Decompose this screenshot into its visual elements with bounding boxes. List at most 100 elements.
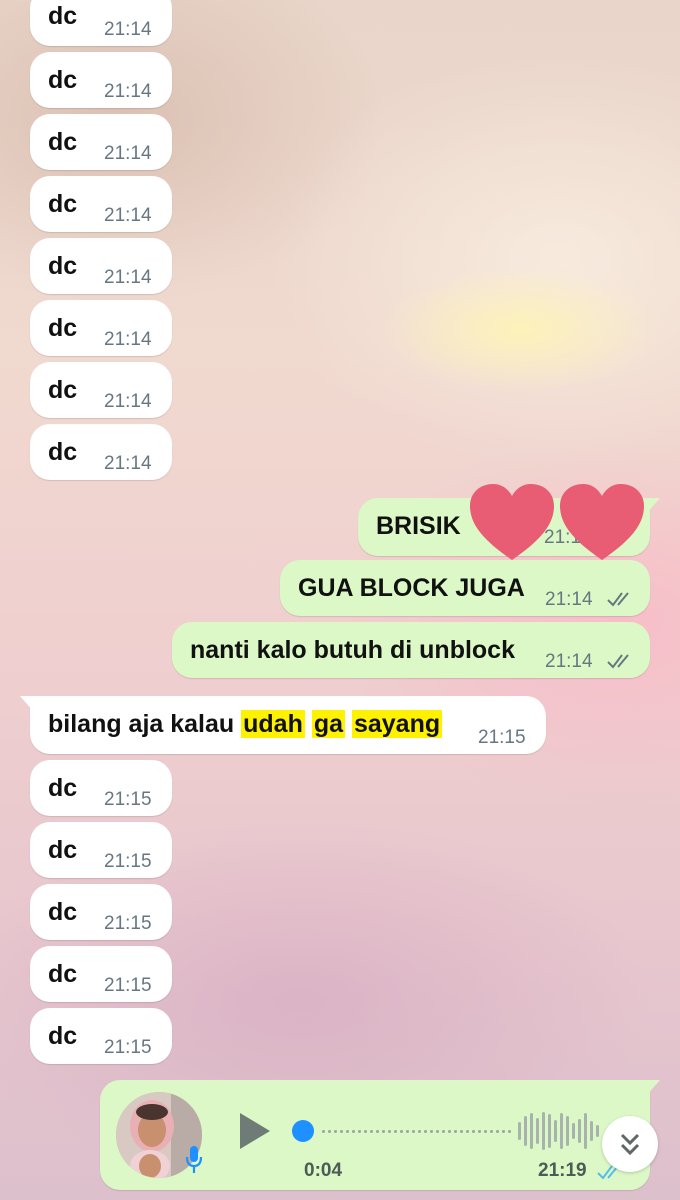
- message-text: dc: [48, 836, 78, 864]
- message-bubble-incoming[interactable]: dc 21:14: [30, 52, 172, 108]
- waveform-dot: [382, 1130, 385, 1133]
- waveform-dot: [448, 1130, 451, 1133]
- waveform-dot: [358, 1130, 361, 1133]
- waveform-dot: [490, 1130, 493, 1133]
- message-text: dc: [48, 1022, 78, 1050]
- waveform-bar: [596, 1125, 599, 1137]
- heart-icon: [470, 484, 554, 560]
- waveform-dot: [466, 1130, 469, 1133]
- waveform-dot: [484, 1130, 487, 1133]
- seek-handle[interactable]: [292, 1120, 314, 1142]
- voice-duration: 0:04: [304, 1160, 343, 1181]
- message-time: 21:15: [104, 1037, 152, 1058]
- message-time: 21:14: [104, 143, 152, 164]
- waveform-bar: [530, 1113, 533, 1149]
- waveform-dot: [370, 1130, 373, 1133]
- read-receipt-icon: [607, 592, 629, 607]
- message-time: 21:14: [104, 267, 152, 288]
- waveform-bar: [590, 1121, 593, 1141]
- waveform-bar: [536, 1118, 539, 1144]
- message-bubble-outgoing[interactable]: GUA BLOCK JUGA 21:14: [280, 560, 650, 616]
- double-chevron-down-icon: [620, 1133, 640, 1156]
- message-time: 21:14: [545, 589, 593, 610]
- waveform-dot: [460, 1130, 463, 1133]
- message-text: dc: [48, 66, 78, 94]
- message-bubble-incoming[interactable]: dc 21:15: [30, 760, 172, 816]
- waveform-dot: [352, 1130, 355, 1133]
- message-text: bilang aja kalau udah ga sayang: [48, 710, 443, 738]
- message-bubble-outgoing[interactable]: nanti kalo butuh di unblock 21:14: [172, 622, 650, 678]
- message-text: dc: [48, 190, 78, 218]
- waveform-bar: [554, 1120, 557, 1142]
- message-text: dc: [48, 774, 78, 802]
- waveform-dot: [430, 1130, 433, 1133]
- play-icon[interactable]: [234, 1111, 274, 1151]
- voice-note-bubble[interactable]: 0:04 21:19: [100, 1080, 660, 1190]
- message-bubble-incoming[interactable]: bilang aja kalau udah ga sayang 21:15: [20, 696, 546, 754]
- waveform-bar: [584, 1113, 587, 1149]
- waveform-dot: [496, 1130, 499, 1133]
- message-time: 21:15: [104, 789, 152, 810]
- waveform-dot: [340, 1130, 343, 1133]
- message-bubble-incoming[interactable]: dc 21:14: [30, 362, 172, 418]
- waveform[interactable]: [314, 1110, 614, 1152]
- message-bubble-incoming[interactable]: dc 21:15: [30, 946, 172, 1002]
- waveform-dot: [346, 1130, 349, 1133]
- message-text: dc: [48, 376, 78, 404]
- waveform-dot: [376, 1130, 379, 1133]
- waveform-bar: [542, 1112, 545, 1150]
- waveform-dot: [442, 1130, 445, 1133]
- waveform-dot: [406, 1130, 409, 1133]
- message-time: 21:14: [104, 453, 152, 474]
- message-time: 21:14: [545, 651, 593, 672]
- waveform-dot: [394, 1130, 397, 1133]
- waveform-bar: [518, 1122, 521, 1140]
- message-bubble-incoming[interactable]: dc 21:14: [30, 114, 172, 170]
- message-bubble-incoming[interactable]: dc 21:14: [30, 176, 172, 232]
- highlighted-word: sayang: [351, 710, 443, 738]
- waveform-dot: [418, 1130, 421, 1133]
- message-bubble-incoming[interactable]: dc 21:15: [30, 822, 172, 878]
- waveform-dot: [478, 1130, 481, 1133]
- message-time: 21:14: [104, 205, 152, 226]
- waveform-dot: [328, 1130, 331, 1133]
- message-text: BRISIK: [376, 512, 461, 540]
- message-text: dc: [48, 128, 78, 156]
- waveform-bar: [566, 1116, 569, 1146]
- message-time: 21:15: [478, 727, 526, 748]
- message-text: dc: [48, 438, 78, 466]
- highlighted-word: ga: [311, 710, 345, 738]
- message-text: dc: [48, 898, 78, 926]
- message-text: dc: [48, 960, 78, 988]
- message-time: 21:15: [104, 851, 152, 872]
- waveform-bar: [572, 1123, 575, 1139]
- waveform-dot: [454, 1130, 457, 1133]
- message-text: dc: [48, 252, 78, 280]
- waveform-bar: [548, 1114, 551, 1148]
- message-bubble-incoming[interactable]: dc 21:15: [30, 884, 172, 940]
- bubble-tail: [20, 696, 42, 712]
- message-text: GUA BLOCK JUGA: [298, 574, 525, 602]
- message-text: dc: [48, 2, 78, 30]
- message-time: 21:14: [104, 391, 152, 412]
- message-time: 21:19: [538, 1160, 587, 1181]
- message-bubble-incoming[interactable]: dc 21:15: [30, 1008, 172, 1064]
- waveform-dot: [334, 1130, 337, 1133]
- message-bubble-incoming[interactable]: dc 21:14: [30, 300, 172, 356]
- message-time: 21:15: [104, 913, 152, 934]
- message-bubble-incoming[interactable]: dc 21:14: [30, 424, 172, 480]
- waveform-dot: [412, 1130, 415, 1133]
- scroll-to-bottom-button[interactable]: [602, 1116, 658, 1172]
- waveform-dot: [424, 1130, 427, 1133]
- mic-icon: [185, 1146, 203, 1173]
- waveform-dot: [436, 1130, 439, 1133]
- message-bubble-incoming[interactable]: dc 21:14: [30, 238, 172, 294]
- waveform-bar: [560, 1113, 563, 1149]
- waveform-dot: [502, 1130, 505, 1133]
- message-time: 21:15: [104, 975, 152, 996]
- waveform-bar: [578, 1119, 581, 1143]
- waveform-dot: [388, 1130, 391, 1133]
- waveform-dot: [508, 1130, 511, 1133]
- message-text: dc: [48, 314, 78, 342]
- message-bubble-incoming[interactable]: dc 21:14: [30, 0, 172, 46]
